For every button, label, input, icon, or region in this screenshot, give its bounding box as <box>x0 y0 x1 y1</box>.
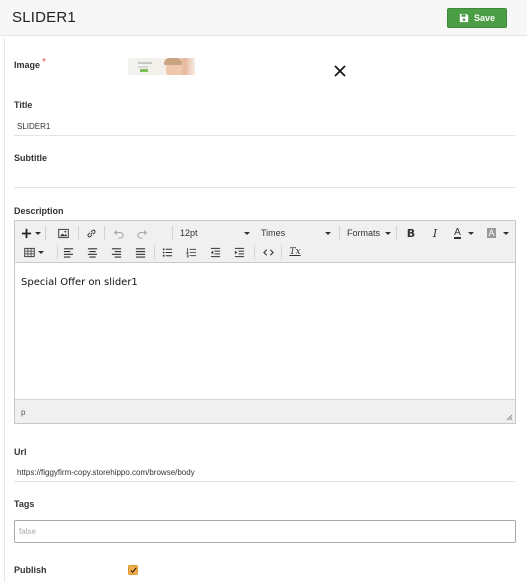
outdent-icon <box>210 247 220 257</box>
close-icon[interactable] <box>333 64 347 78</box>
page-title: SLIDER1 <box>12 9 76 26</box>
undo-icon <box>113 229 124 239</box>
outdent-button[interactable] <box>208 244 222 260</box>
plus-icon <box>21 228 32 238</box>
top-bar: SLIDER1 Save <box>0 0 527 36</box>
insert-image-button[interactable] <box>55 225 71 241</box>
publish-checkbox[interactable] <box>128 565 138 575</box>
background-color-icon: A <box>487 228 496 238</box>
formats-select[interactable]: Formats <box>347 225 391 241</box>
font-size-select[interactable]: 12pt <box>180 225 250 241</box>
align-right-button[interactable] <box>109 244 123 260</box>
url-underline <box>14 481 515 482</box>
font-size-value: 12pt <box>180 228 198 238</box>
insert-button[interactable] <box>21 225 41 241</box>
save-button[interactable]: Save <box>447 8 507 28</box>
checkmark-icon <box>130 567 137 574</box>
align-justify-button[interactable] <box>133 244 147 260</box>
font-family-select[interactable]: Times <box>261 225 331 241</box>
redo-button[interactable] <box>134 225 150 241</box>
bold-button[interactable]: B <box>404 225 418 241</box>
background-color-button[interactable]: A <box>485 225 511 241</box>
indent-icon <box>234 247 244 257</box>
element-path[interactable]: p <box>21 408 25 417</box>
subtitle-underline <box>14 187 515 188</box>
tags-label: Tags <box>14 499 35 509</box>
title-field[interactable]: SLIDER1 <box>17 122 50 131</box>
link-icon <box>87 229 95 237</box>
editor-content-text: Special Offer on slider1 <box>21 277 138 288</box>
bullet-list-icon <box>162 247 172 257</box>
indent-button[interactable] <box>232 244 246 260</box>
editor-toolbar: 12pt Times Formats B I A A Tx <box>15 221 515 263</box>
formats-label: Formats <box>347 228 381 238</box>
image-label-text: Image <box>14 60 41 70</box>
numbered-list-icon <box>185 247 196 257</box>
url-field[interactable]: https://figgyfirm-copy.storehippo.com/br… <box>17 468 195 477</box>
align-center-button[interactable] <box>85 244 99 260</box>
font-family-value: Times <box>261 228 286 238</box>
publish-label: Publish <box>14 565 47 575</box>
subtitle-label: Subtitle <box>14 153 47 163</box>
undo-button[interactable] <box>110 225 126 241</box>
align-center-icon <box>87 247 97 258</box>
text-color-icon: A <box>454 226 461 239</box>
table-button[interactable] <box>23 244 45 260</box>
insert-link-button[interactable] <box>83 225 99 241</box>
text-color-button[interactable]: A <box>451 225 477 241</box>
redo-icon <box>136 229 147 239</box>
image-label: Image * <box>14 57 46 71</box>
image-icon <box>57 228 69 238</box>
editor-content[interactable]: Special Offer on slider1 <box>15 263 515 399</box>
code-icon <box>262 248 274 256</box>
title-underline <box>14 135 515 136</box>
required-mark: * <box>42 57 46 68</box>
align-right-icon <box>111 247 121 258</box>
save-label: Save <box>473 13 496 23</box>
slider-thumbnail[interactable] <box>128 58 195 75</box>
resize-handle-icon[interactable] <box>506 414 513 421</box>
bullet-list-button[interactable] <box>160 244 174 260</box>
tags-input[interactable] <box>14 520 516 543</box>
clear-formatting-button[interactable]: Tx <box>288 244 302 260</box>
clear-formatting-icon: Tx <box>289 247 301 257</box>
source-code-button[interactable] <box>260 244 276 260</box>
description-label: Description <box>14 206 64 216</box>
italic-button[interactable]: I <box>428 225 442 241</box>
align-left-icon <box>63 247 73 258</box>
rich-text-editor: 12pt Times Formats B I A A Tx Special Of… <box>14 220 516 424</box>
align-left-button[interactable] <box>61 244 75 260</box>
table-icon <box>24 247 35 257</box>
url-label: Url <box>14 447 27 457</box>
title-label: Title <box>14 100 33 110</box>
align-justify-icon <box>135 247 145 258</box>
floppy-disk-icon <box>459 13 469 23</box>
numbered-list-button[interactable] <box>184 244 198 260</box>
editor-statusbar: p <box>15 399 515 423</box>
